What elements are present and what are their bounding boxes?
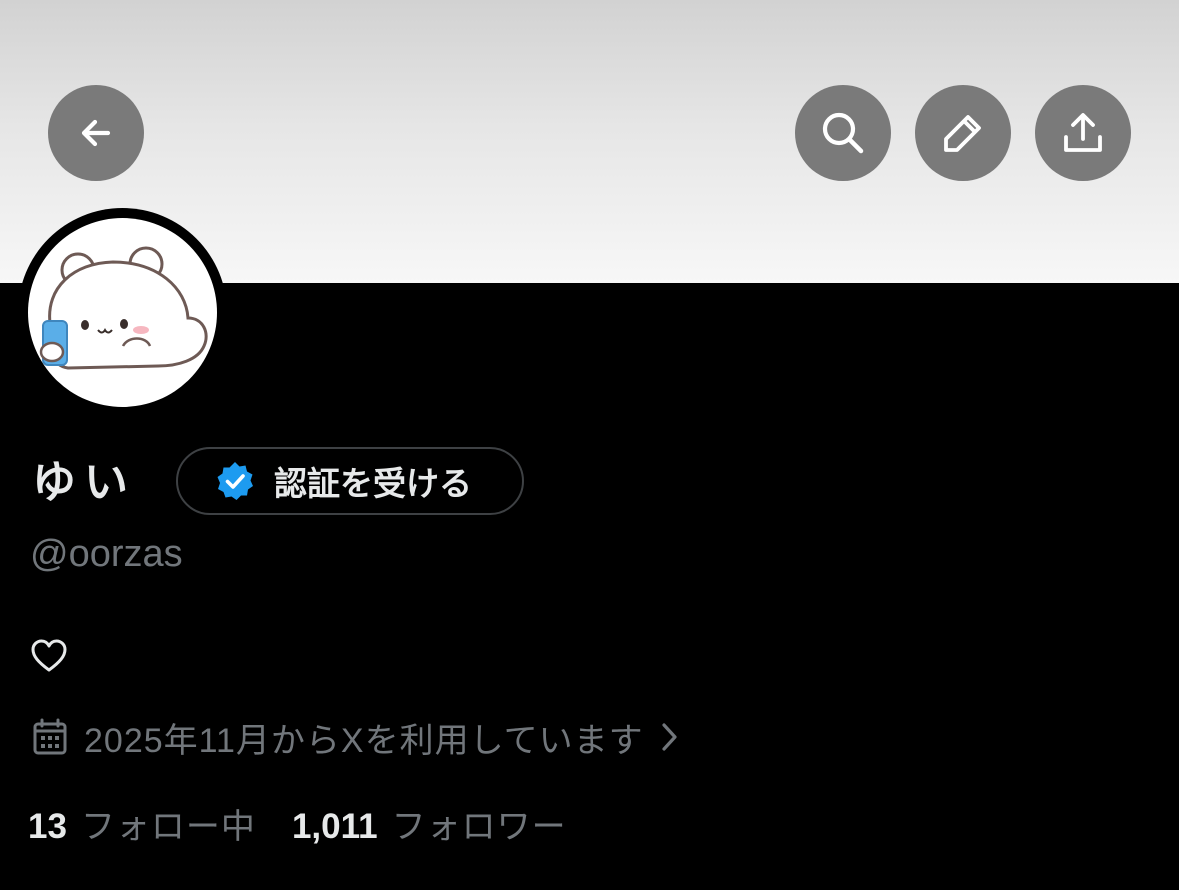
following-count: 13 (28, 806, 67, 846)
search-icon (819, 109, 867, 157)
bear-avatar-illustration (39, 246, 208, 370)
verified-badge-icon (214, 460, 256, 502)
display-name: ゆい (32, 458, 136, 507)
profile-page: ゆい 認証を受ける @oorzas 2025年11月からXを利用しています 13… (0, 0, 1179, 890)
following-link[interactable]: 13 フォロー中 (28, 799, 256, 848)
get-verified-button[interactable]: 認証を受ける (176, 447, 524, 515)
followers-label: フォロワー (391, 807, 567, 846)
following-label: フォロー中 (80, 807, 256, 846)
username-handle: @oorzas (30, 533, 183, 575)
search-button[interactable] (795, 85, 891, 181)
calendar-icon (32, 718, 68, 756)
heart-outline-icon (30, 638, 68, 674)
pencil-icon (940, 110, 986, 156)
get-verified-label: 認証を受ける (274, 465, 472, 502)
edit-profile-button[interactable] (915, 85, 1011, 181)
joined-date-row[interactable]: 2025年11月からXを利用しています (32, 714, 680, 760)
arrow-left-icon (76, 113, 116, 153)
avatar[interactable] (28, 218, 217, 407)
followers-count: 1,011 (291, 806, 378, 846)
chevron-right-icon (658, 720, 680, 754)
share-button[interactable] (1035, 85, 1131, 181)
back-button[interactable] (48, 85, 144, 181)
followers-link[interactable]: 1,011 フォロワー (292, 799, 567, 848)
follow-stats: 13 フォロー中 1,011 フォロワー (28, 799, 567, 847)
joined-date-text: 2025年11月からXを利用しています (84, 721, 644, 760)
upload-icon (1060, 110, 1106, 156)
